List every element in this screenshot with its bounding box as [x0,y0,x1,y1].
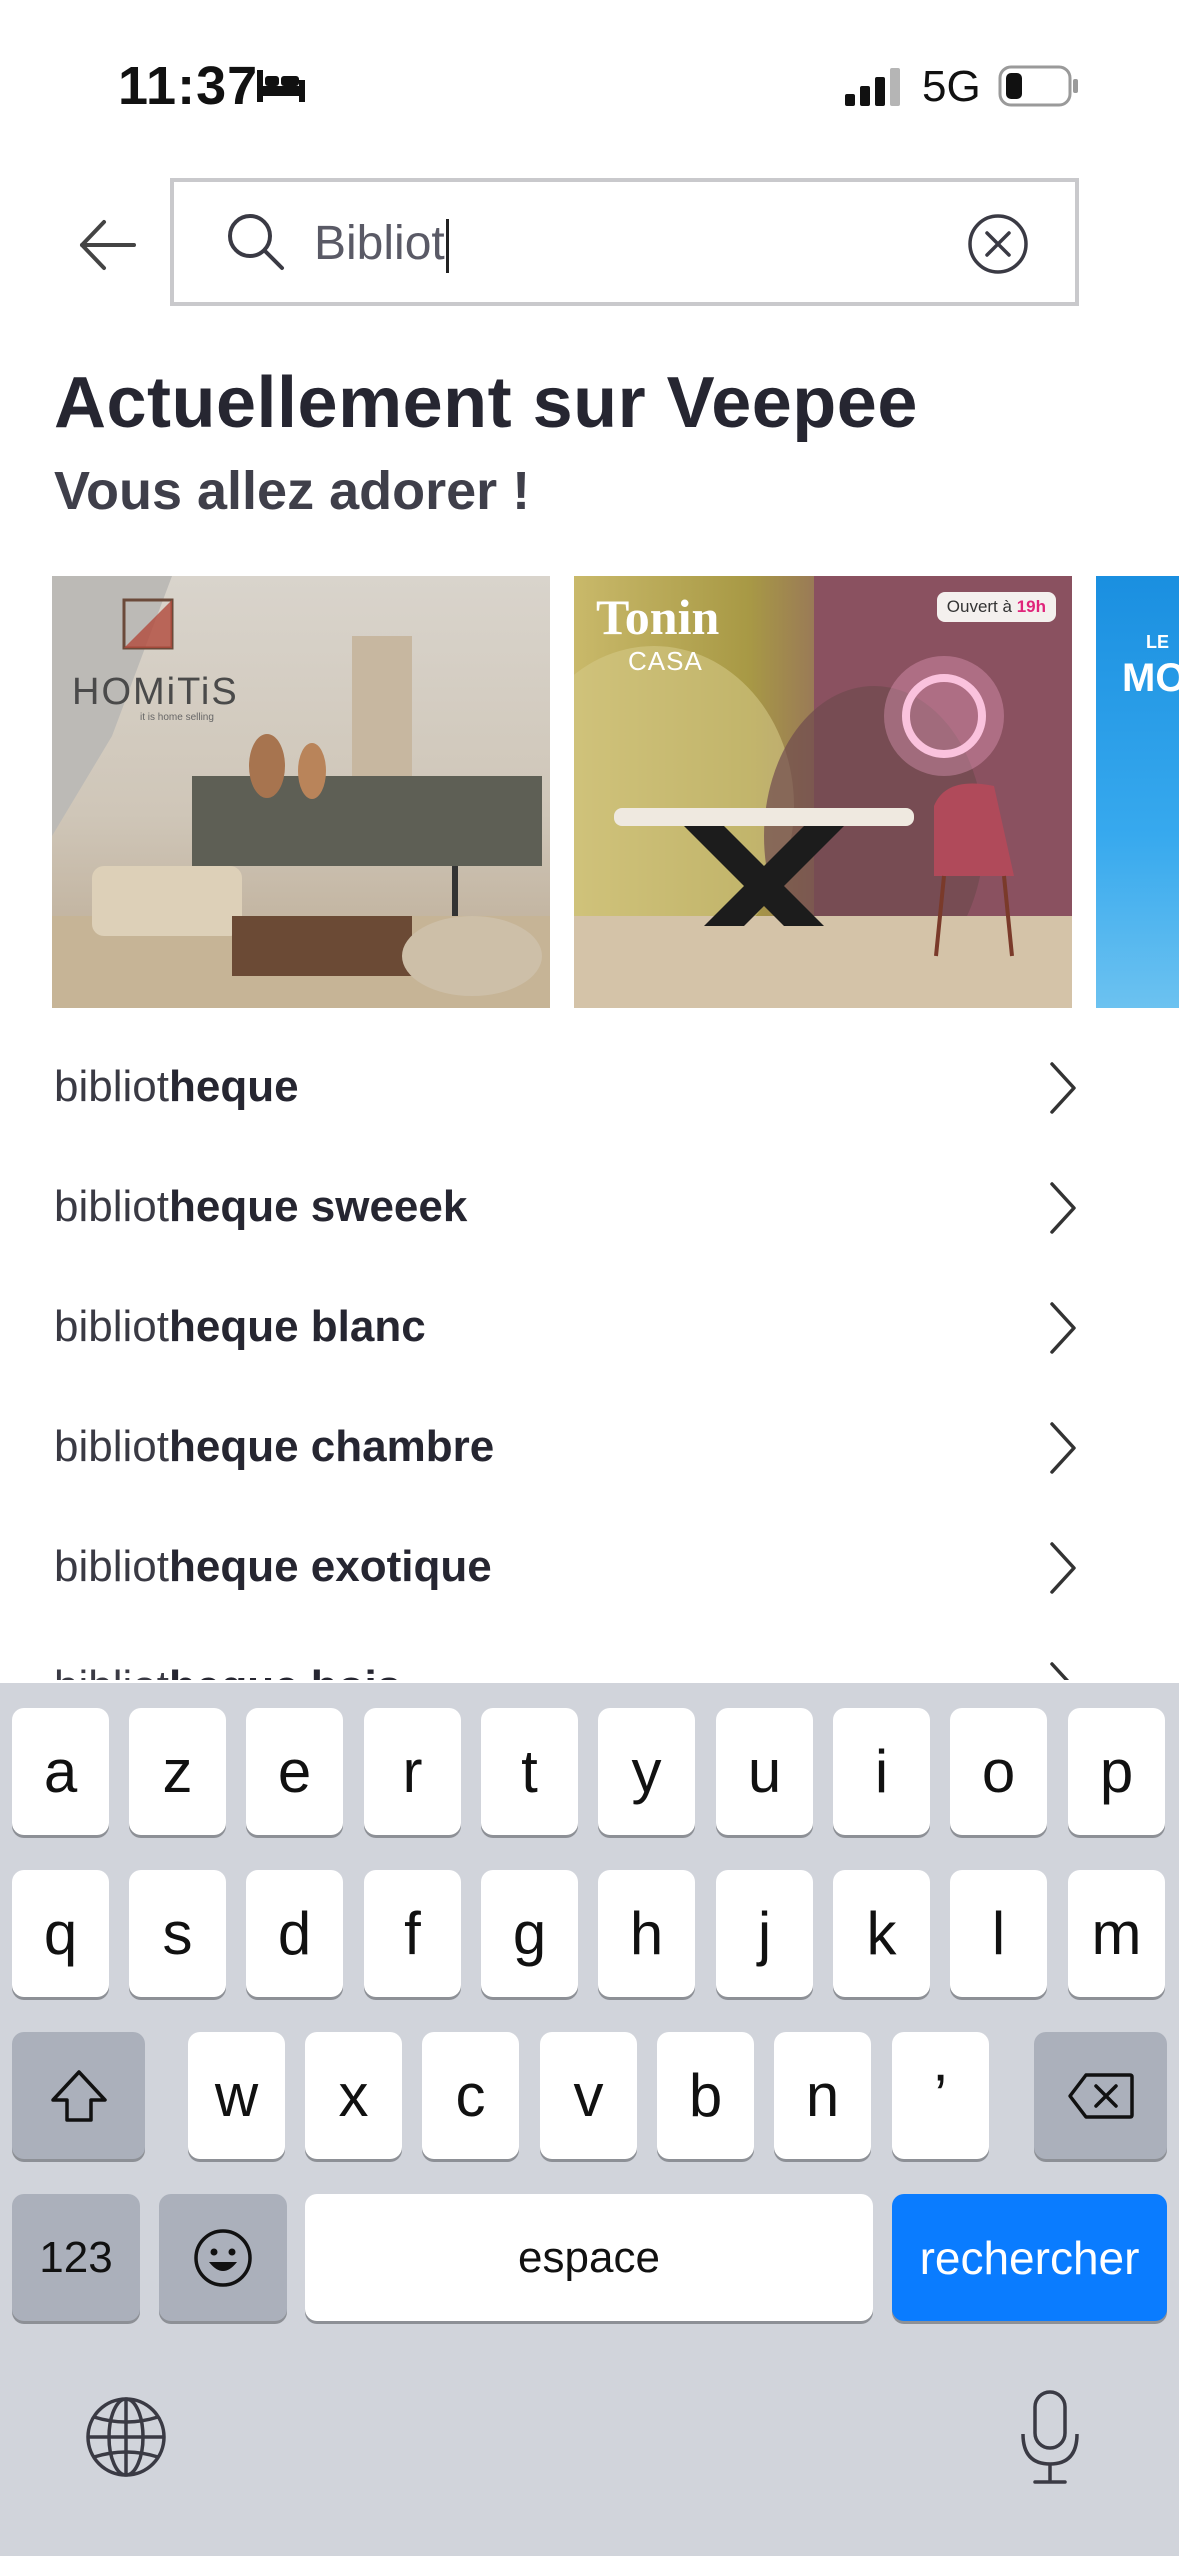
key-e[interactable]: e [246,1708,343,1835]
key-i[interactable]: i [833,1708,930,1835]
search-key[interactable]: rechercher [892,2194,1167,2321]
key-v[interactable]: v [540,2032,637,2159]
space-key[interactable]: espace [305,2194,873,2321]
card-brand-sub: CASA [628,646,703,676]
suggestion-label: bibliotheque bois [54,1662,401,1680]
backspace-icon [1067,2072,1134,2119]
sale-card-tonin-casa[interactable]: Tonin CASA Ouvert à 19h [574,576,1072,1008]
search-input[interactable]: Bibliot [170,178,1079,306]
suggestion-label: bibliotheque chambre [54,1422,495,1471]
homitis-logo-icon [122,598,174,650]
chevron-right-icon [1050,1182,1076,1234]
status-bar: 11:37 5G [0,0,1179,170]
key-a[interactable]: a [12,1708,109,1835]
key-p[interactable]: p [1068,1708,1165,1835]
sale-card-partial[interactable]: LE MO [1096,576,1179,1008]
chevron-right-icon [1050,1422,1076,1474]
key-l[interactable]: l [950,1870,1047,1997]
key-m[interactable]: m [1068,1870,1165,1997]
card-brand: Tonin [596,589,720,645]
sleep-focus-icon [257,70,305,102]
section-title: Actuellement sur Veepee [54,363,918,443]
search-query[interactable]: Bibliot [314,214,449,274]
suggestion-item[interactable]: bibliotheque sweeek [0,1150,1179,1270]
key-f[interactable]: f [364,1870,461,1997]
key-r[interactable]: r [364,1708,461,1835]
sales-carousel[interactable]: HOMiTiS it is home selling Tonin CASA Ou… [0,576,1179,1008]
key-apostrophe[interactable]: ’ [892,2032,989,2159]
opening-time-badge: Ouvert à 19h [936,592,1056,622]
clear-search-icon[interactable] [966,212,1030,276]
section-subtitle: Vous allez adorer ! [54,461,531,521]
key-h[interactable]: h [598,1870,695,1997]
card-brand: LE MO [1122,632,1179,700]
suggestion-label: bibliotheque sweeek [54,1182,468,1231]
card-tagline: it is home selling [140,712,214,723]
chevron-right-icon [1050,1542,1076,1594]
back-arrow-icon[interactable] [70,210,150,280]
suggestion-label: bibliotheque blanc [54,1302,426,1351]
suggestion-item[interactable]: bibliotheque [0,1030,1179,1150]
key-q[interactable]: q [12,1870,109,1997]
sale-card-homitis[interactable]: HOMiTiS it is home selling [52,576,550,1008]
suggestion-item[interactable]: bibliotheque bois [0,1630,1179,1680]
chevron-right-icon [1050,1302,1076,1354]
key-b[interactable]: b [657,2032,754,2159]
numbers-key[interactable]: 123 [12,2194,140,2321]
suggestion-label: bibliotheque [54,1062,299,1111]
key-s[interactable]: s [129,1870,226,1997]
shift-icon [50,2069,107,2122]
key-w[interactable]: w [188,2032,285,2159]
text-cursor [445,219,449,274]
delete-key[interactable] [1034,2032,1167,2159]
search-icon [228,214,284,270]
key-z[interactable]: z [129,1708,226,1835]
key-o[interactable]: o [950,1708,1047,1835]
key-d[interactable]: d [246,1870,343,1997]
key-y[interactable]: y [598,1708,695,1835]
network-type: 5G [922,62,981,111]
suggestion-item[interactable]: bibliotheque chambre [0,1390,1179,1510]
key-c[interactable]: c [422,2032,519,2159]
status-time: 11:37 [118,56,259,116]
emoji-icon [194,2228,252,2287]
suggestion-list: bibliotheque bibliotheque sweeek bibliot… [0,1030,1179,1680]
key-t[interactable]: t [481,1708,578,1835]
suggestion-item[interactable]: bibliotheque blanc [0,1270,1179,1390]
emoji-key[interactable] [159,2194,287,2321]
battery-icon [998,65,1078,107]
microphone-icon[interactable] [1015,2388,1085,2488]
key-u[interactable]: u [716,1708,813,1835]
card-brand: HOMiTiS [72,671,239,713]
chevron-right-icon [1050,1662,1070,1680]
key-j[interactable]: j [716,1870,813,1997]
shift-key[interactable] [12,2032,145,2159]
chevron-right-icon [1050,1062,1076,1114]
key-k[interactable]: k [833,1870,930,1997]
key-n[interactable]: n [774,2032,871,2159]
suggestion-label: bibliotheque exotique [54,1542,492,1591]
onscreen-keyboard: a z e r t y u i o p q s d f g h j k l m … [0,1683,1179,2556]
key-x[interactable]: x [305,2032,402,2159]
key-g[interactable]: g [481,1870,578,1997]
cellular-signal-icon [845,68,900,106]
suggestion-item[interactable]: bibliotheque exotique [0,1510,1179,1630]
globe-icon[interactable] [84,2395,168,2479]
